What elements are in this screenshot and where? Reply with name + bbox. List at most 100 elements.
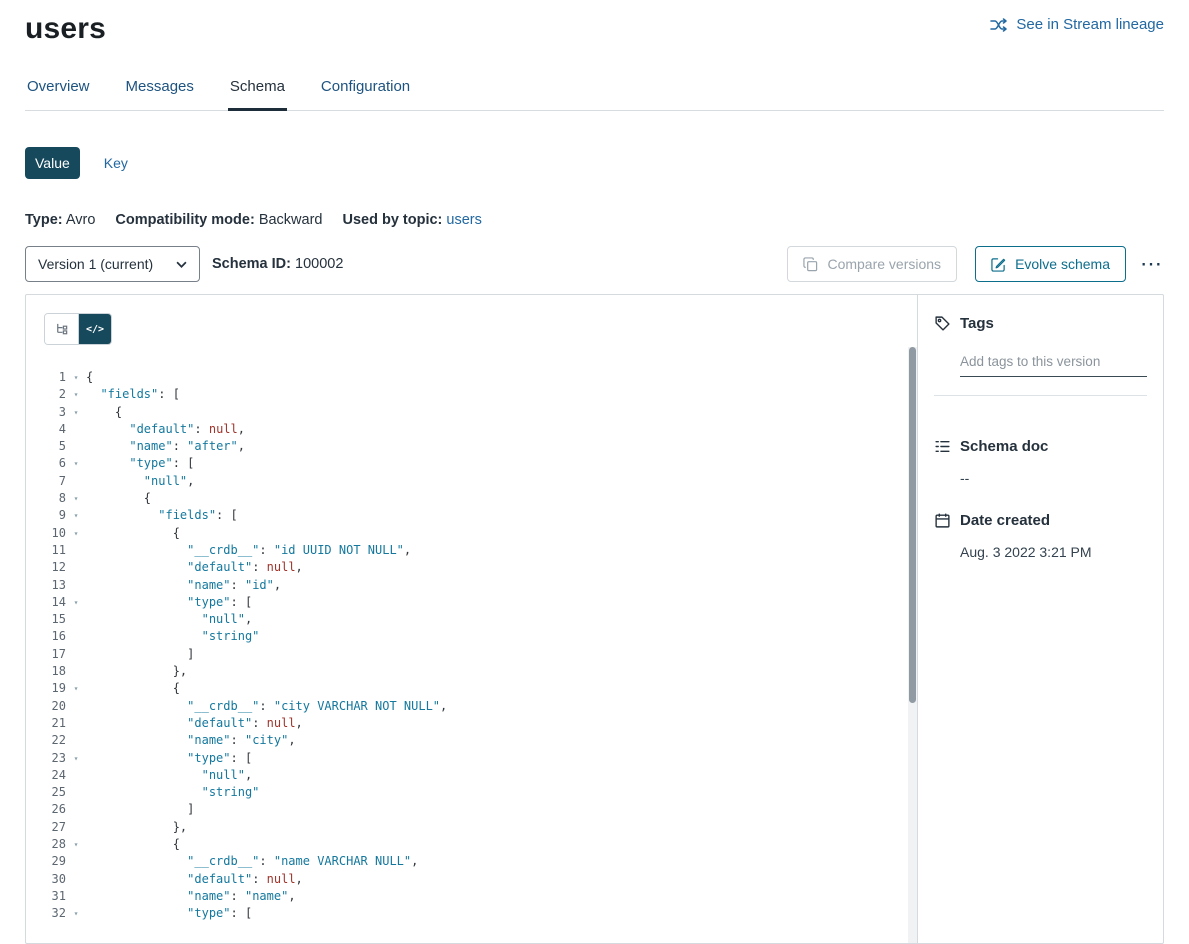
- code-line: 14▾ "type": [: [26, 594, 917, 611]
- code-line: 31▾ "name": "name",: [26, 888, 917, 905]
- code-line: 27▾ },: [26, 819, 917, 836]
- collapse-caret-icon[interactable]: ▾: [66, 594, 86, 611]
- collapse-caret-icon[interactable]: ▾: [66, 455, 86, 472]
- code-line: 15▾ "null",: [26, 611, 917, 628]
- code-line: 23▾ "type": [: [26, 750, 917, 767]
- code-lines: 1▾{2▾ "fields": [3▾ {4▾ "default": null,…: [26, 369, 917, 923]
- value-key-toggle: Value Key: [25, 147, 1164, 179]
- tags-header: Tags: [934, 315, 1147, 332]
- tree-view-toggle[interactable]: [45, 314, 78, 344]
- collapse-caret-icon[interactable]: ▾: [66, 386, 86, 403]
- code-text: {: [86, 836, 180, 853]
- editor-scrollbar[interactable]: [908, 347, 917, 943]
- code-line: 32▾ "type": [: [26, 905, 917, 922]
- line-number: 29: [26, 853, 66, 870]
- date-created-title: Date created: [960, 512, 1050, 529]
- edit-icon: [991, 257, 1006, 272]
- evolve-schema-button[interactable]: Evolve schema: [975, 246, 1126, 282]
- code-line: 24▾ "null",: [26, 767, 917, 784]
- code-text: {: [86, 680, 180, 697]
- tabs: Overview Messages Schema Configuration: [25, 78, 1164, 111]
- collapse-caret-icon[interactable]: ▾: [66, 369, 86, 386]
- code-text: {: [86, 404, 122, 421]
- code-text: ]: [86, 646, 194, 663]
- side-panel: Tags Schema doc --: [918, 295, 1163, 943]
- collapse-caret-icon[interactable]: ▾: [66, 836, 86, 853]
- stream-lineage-icon: [990, 18, 1008, 32]
- code-text: "default": null,: [86, 421, 245, 438]
- line-number: 8: [26, 490, 66, 507]
- line-number: 14: [26, 594, 66, 611]
- collapse-caret-icon[interactable]: ▾: [66, 680, 86, 697]
- schema-doc-title: Schema doc: [960, 438, 1048, 455]
- code-text: "name": "city",: [86, 732, 296, 749]
- code-line: 26▾ ]: [26, 801, 917, 818]
- tab-configuration[interactable]: Configuration: [319, 78, 412, 110]
- line-number: 2: [26, 386, 66, 403]
- schema-doc-section: Schema doc --: [934, 438, 1147, 486]
- line-number: 9: [26, 507, 66, 524]
- code-text: "default": null,: [86, 871, 303, 888]
- tab-overview[interactable]: Overview: [25, 78, 92, 110]
- used-by-topic: Used by topic: users: [342, 212, 481, 228]
- code-text: ]: [86, 801, 194, 818]
- tab-messages[interactable]: Messages: [124, 78, 196, 110]
- code-line: 2▾ "fields": [: [26, 386, 917, 403]
- compat-mode: Compatibility mode: Backward: [115, 212, 322, 228]
- collapse-caret-icon[interactable]: ▾: [66, 750, 86, 767]
- code-text: },: [86, 819, 187, 836]
- compat-value: Backward: [259, 212, 323, 228]
- line-number: 23: [26, 750, 66, 767]
- schema-meta: Type: Avro Compatibility mode: Backward …: [25, 212, 1164, 228]
- code-text: "type": [: [86, 750, 252, 767]
- topic-link[interactable]: users: [446, 212, 481, 228]
- collapse-caret-icon[interactable]: ▾: [66, 507, 86, 524]
- compare-versions-label: Compare versions: [827, 256, 941, 272]
- line-number: 26: [26, 801, 66, 818]
- code-text: "type": [: [86, 905, 252, 922]
- page: users See in Stream lineage Overview Mess…: [0, 0, 1189, 944]
- line-number: 7: [26, 473, 66, 490]
- stream-lineage-link[interactable]: See in Stream lineage: [990, 16, 1164, 33]
- header: users See in Stream lineage: [25, 0, 1164, 46]
- add-tags-input[interactable]: [960, 354, 1147, 377]
- value-toggle[interactable]: Value: [25, 147, 80, 179]
- code-view-toggle[interactable]: </>: [78, 314, 111, 344]
- code-view-icon: </>: [86, 324, 104, 335]
- line-number: 15: [26, 611, 66, 628]
- code-text: {: [86, 490, 151, 507]
- line-number: 25: [26, 784, 66, 801]
- tab-schema[interactable]: Schema: [228, 78, 287, 110]
- line-number: 20: [26, 698, 66, 715]
- code-text: "null",: [86, 473, 194, 490]
- compat-label: Compatibility mode:: [115, 212, 254, 228]
- version-select[interactable]: Version 1 (current): [25, 246, 200, 282]
- tag-icon: [934, 315, 951, 332]
- code-text: "type": [: [86, 455, 194, 472]
- code-line: 8▾ {: [26, 490, 917, 507]
- page-title: users: [25, 12, 106, 46]
- code-text: "__crdb__": "city VARCHAR NOT NULL",: [86, 698, 447, 715]
- collapse-caret-icon[interactable]: ▾: [66, 525, 86, 542]
- key-toggle[interactable]: Key: [94, 147, 138, 179]
- line-number: 19: [26, 680, 66, 697]
- date-created-header: Date created: [934, 512, 1147, 529]
- collapse-caret-icon[interactable]: ▾: [66, 905, 86, 922]
- more-options-button[interactable]: ⋯: [1138, 253, 1164, 275]
- schema-editor: </> 1▾{2▾ "fields": [3▾ {4▾ "default": n…: [26, 295, 918, 943]
- collapse-caret-icon[interactable]: ▾: [66, 490, 86, 507]
- tree-view-icon: [54, 322, 69, 337]
- code-text: "name": "after",: [86, 438, 245, 455]
- line-number: 31: [26, 888, 66, 905]
- chevron-down-icon: [176, 261, 187, 268]
- schema-id-value: 100002: [295, 256, 343, 272]
- list-icon: [934, 438, 951, 455]
- line-number: 10: [26, 525, 66, 542]
- editor-scrollbar-thumb[interactable]: [909, 347, 916, 703]
- collapse-caret-icon[interactable]: ▾: [66, 404, 86, 421]
- line-number: 6: [26, 455, 66, 472]
- compare-versions-button[interactable]: Compare versions: [787, 246, 957, 282]
- tags-title: Tags: [960, 315, 994, 332]
- code-line: 25▾ "string": [26, 784, 917, 801]
- code-line: 1▾{: [26, 369, 917, 386]
